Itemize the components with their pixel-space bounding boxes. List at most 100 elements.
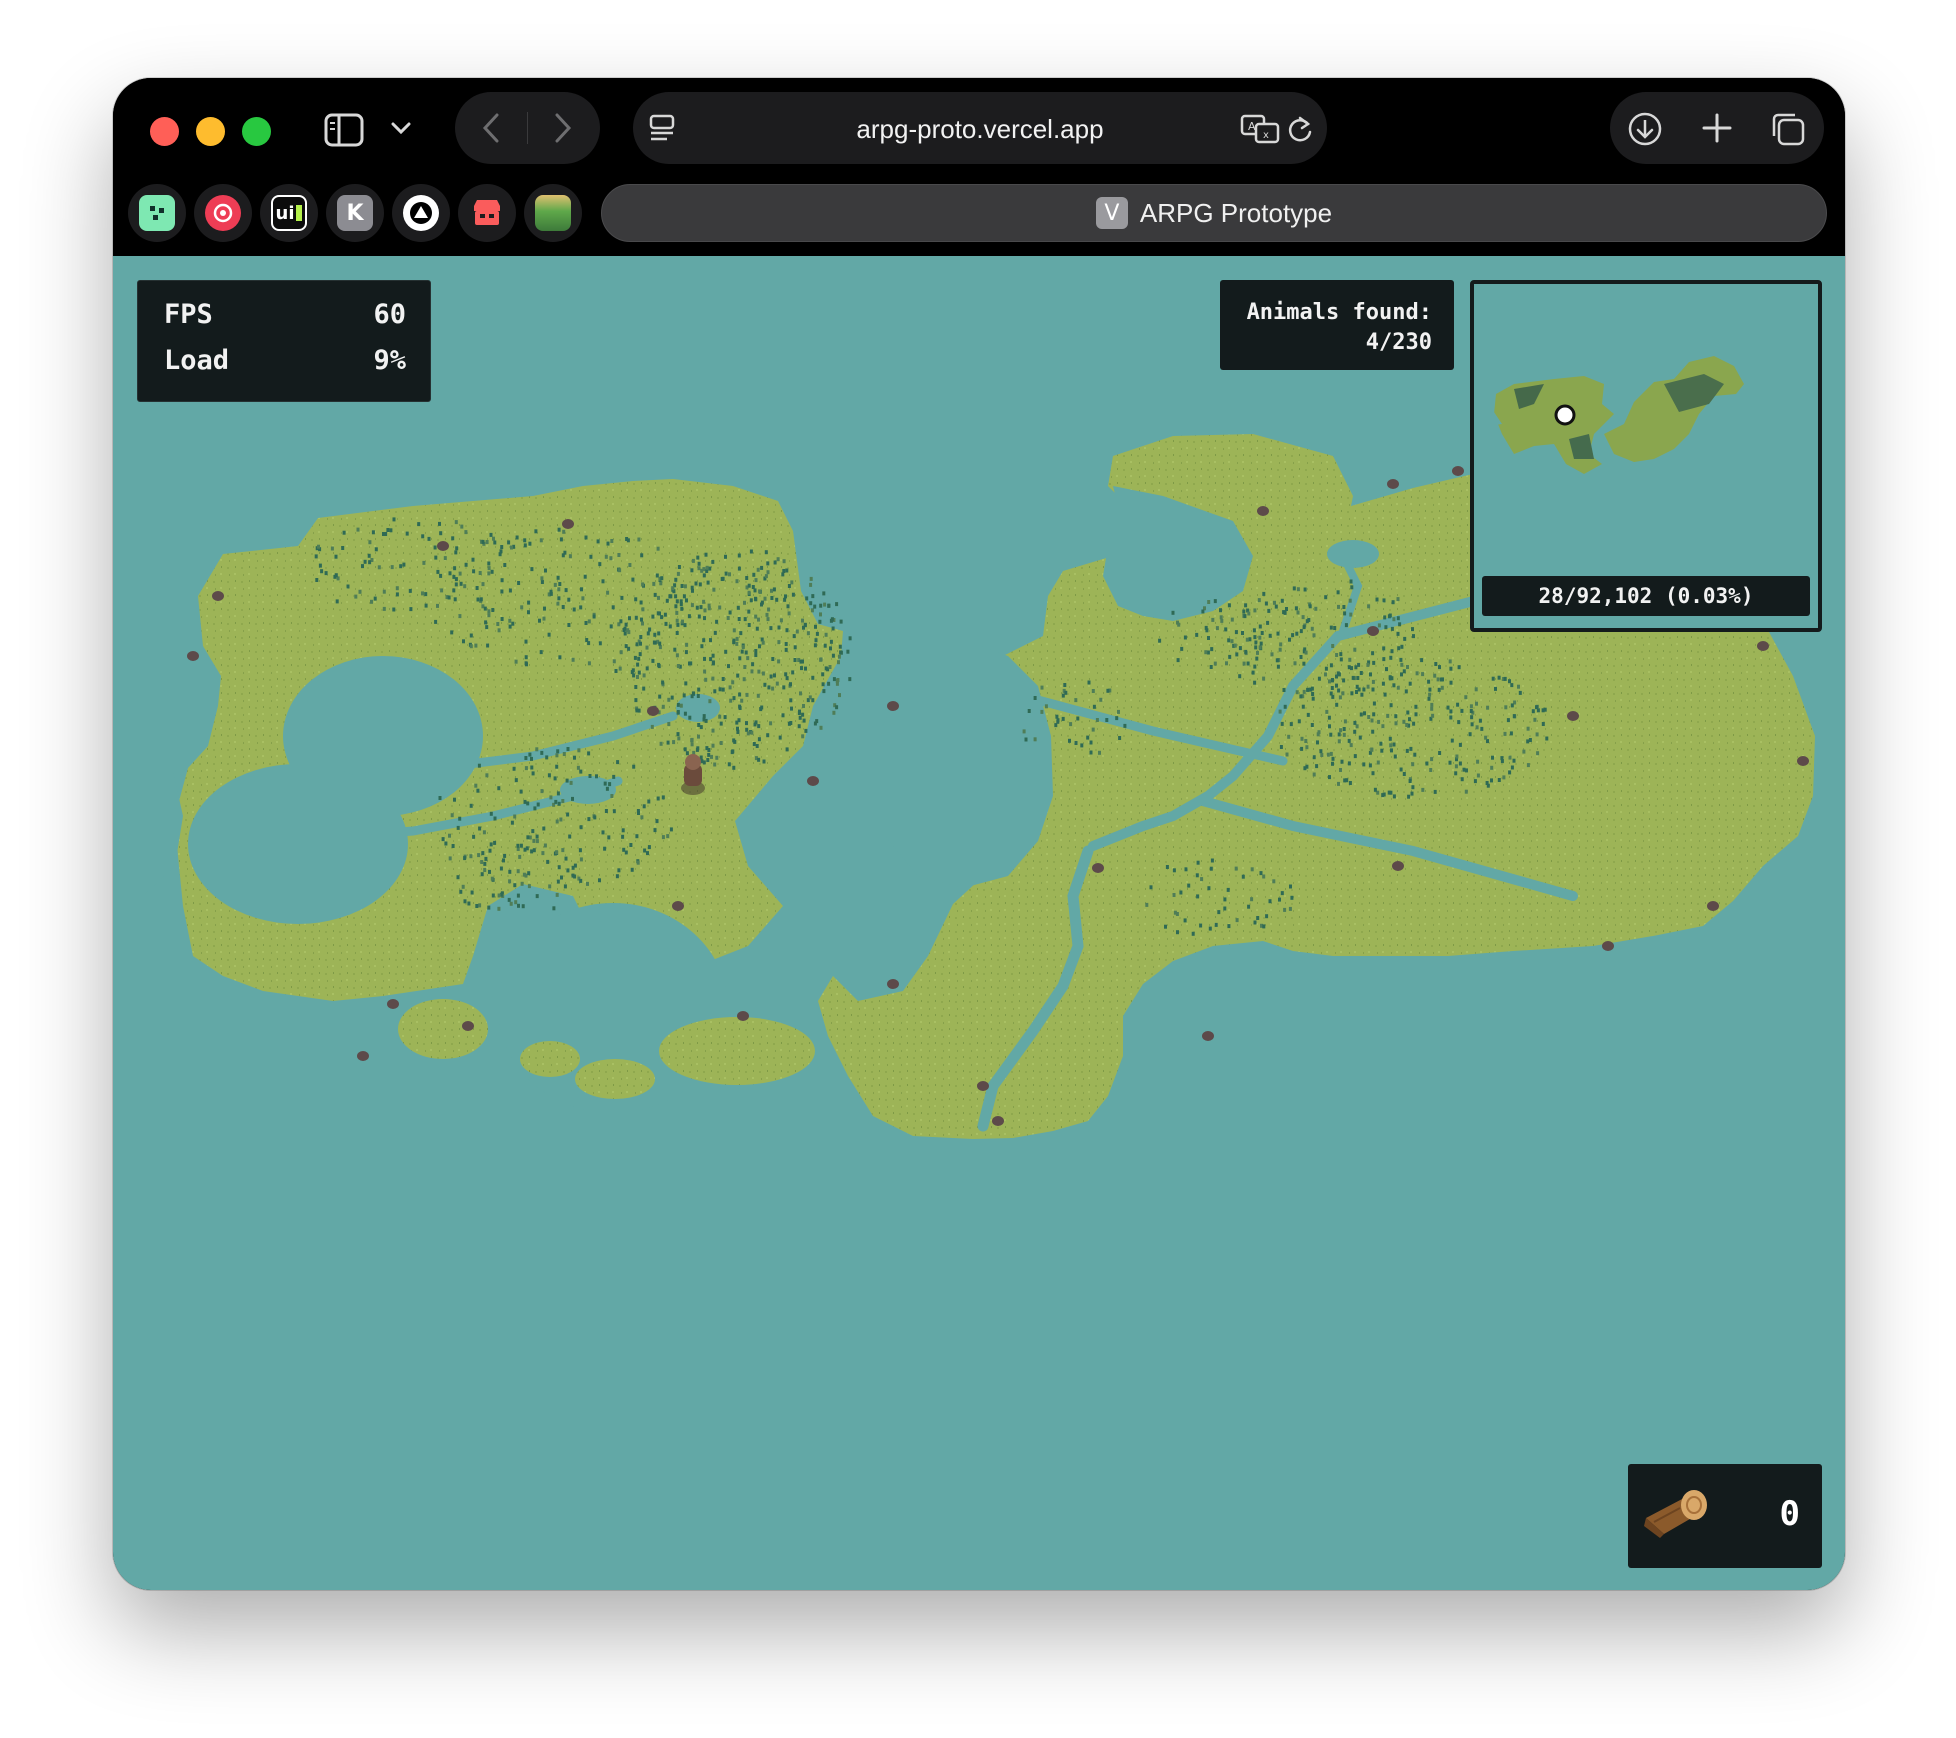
tree	[571, 865, 575, 870]
tree	[1290, 895, 1294, 900]
tree	[1283, 704, 1287, 709]
tree	[507, 540, 511, 545]
tree	[577, 748, 581, 753]
tree	[463, 584, 467, 589]
tree	[675, 618, 679, 623]
forward-icon[interactable]	[551, 112, 575, 144]
tree	[558, 582, 562, 586]
tree	[753, 588, 757, 593]
tree	[579, 769, 583, 774]
tree	[1217, 910, 1221, 915]
tree	[787, 584, 791, 588]
new-tab-icon[interactable]	[1702, 113, 1732, 143]
minimize-window-button[interactable]	[196, 117, 225, 146]
back-icon[interactable]	[479, 112, 503, 144]
tree	[674, 577, 678, 582]
tree	[1206, 650, 1210, 655]
inventory-slot[interactable]: 0	[1628, 1464, 1822, 1568]
address-bar[interactable]: arpg-proto.vercel.app A x	[633, 92, 1327, 164]
tree	[1347, 761, 1351, 766]
tree	[680, 584, 684, 588]
tree	[1449, 680, 1453, 685]
tree	[604, 809, 608, 813]
active-tab[interactable]: V ARPG Prototype	[601, 184, 1827, 242]
tree	[490, 876, 494, 881]
tree	[1324, 672, 1327, 677]
tree	[1247, 611, 1251, 616]
tree	[1259, 641, 1263, 646]
tree	[579, 825, 583, 830]
tree	[335, 599, 339, 604]
tree	[1469, 704, 1473, 709]
close-window-button[interactable]	[150, 117, 179, 146]
rock	[1452, 466, 1464, 476]
tree	[819, 612, 822, 617]
tree	[603, 846, 607, 851]
tree	[711, 676, 715, 681]
tree	[1211, 617, 1215, 622]
rock	[437, 541, 449, 551]
tree	[1244, 603, 1248, 608]
tree	[685, 598, 688, 603]
tree	[710, 754, 713, 759]
tree	[792, 634, 796, 639]
tree	[438, 796, 442, 800]
tree	[704, 718, 708, 723]
tab-overview-icon[interactable]	[1770, 111, 1806, 147]
tree	[1341, 691, 1345, 696]
tree	[749, 598, 753, 603]
tree	[490, 569, 494, 574]
tree	[1380, 748, 1384, 753]
game-canvas[interactable]: FPS 60 Load 9% Animals found: 4/230 28/9…	[113, 256, 1845, 1590]
rock	[1367, 626, 1379, 636]
zoom-window-button[interactable]	[242, 117, 271, 146]
tree	[1227, 924, 1231, 929]
tree	[737, 617, 741, 621]
tree	[713, 689, 717, 694]
wood-log-icon	[1644, 1490, 1707, 1538]
itchio-app-icon	[469, 195, 505, 231]
tree	[1387, 614, 1391, 619]
tree	[757, 724, 761, 729]
tree	[766, 617, 770, 622]
tree	[737, 718, 741, 723]
tree	[456, 825, 460, 830]
tree	[464, 562, 468, 567]
tree	[621, 834, 625, 839]
bookmark-itchio-app[interactable]	[458, 184, 516, 242]
tree	[356, 527, 360, 532]
tree	[732, 640, 736, 645]
tree	[1252, 628, 1256, 633]
download-icon[interactable]	[1627, 111, 1663, 147]
tree	[424, 603, 428, 608]
tree	[754, 720, 758, 725]
tree	[531, 771, 535, 776]
chevron-down-icon[interactable]	[390, 120, 412, 136]
tree	[640, 815, 644, 820]
tree	[1344, 623, 1348, 628]
tree	[674, 604, 678, 609]
tree	[1476, 759, 1480, 764]
reload-icon[interactable]	[1286, 114, 1314, 144]
minimap[interactable]: 28/92,102 (0.03%)	[1470, 280, 1822, 632]
translate-icon[interactable]: A x	[1240, 114, 1280, 144]
tree	[1359, 671, 1363, 675]
tree	[683, 584, 687, 589]
tree	[835, 705, 839, 710]
tree	[827, 681, 831, 686]
tree	[1227, 603, 1231, 608]
sidebar-toggle-icon[interactable]	[324, 113, 364, 147]
bookmark-grid-app[interactable]	[128, 184, 186, 242]
tree	[530, 567, 534, 572]
tree	[482, 830, 486, 835]
tree	[1235, 918, 1239, 923]
animals-found-count: 4/230	[1365, 330, 1432, 355]
bookmark-game-thumbnail[interactable]	[524, 184, 582, 242]
bookmark-target-app[interactable]	[194, 184, 252, 242]
tree	[566, 747, 570, 751]
bookmark-ui-app[interactable]: ui	[260, 184, 318, 242]
bookmark-triangle-app[interactable]	[392, 184, 450, 242]
tree	[676, 622, 680, 627]
tree	[699, 725, 703, 730]
bookmark-k-app[interactable]: K	[326, 184, 384, 242]
